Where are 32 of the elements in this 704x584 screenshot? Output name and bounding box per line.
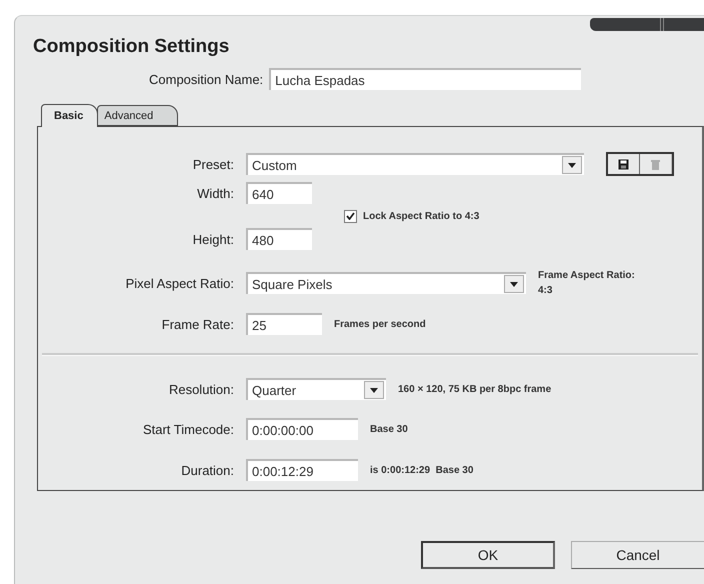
window-title: Composition Settings xyxy=(33,36,230,58)
field-label: Height: xyxy=(192,232,234,246)
tab[interactable]: Basic xyxy=(41,104,98,127)
resolution-dropdown[interactable]: Quarter xyxy=(246,378,386,400)
unit-text: Frames per second xyxy=(334,318,426,330)
duration-field[interactable]: 0:00:12:29 xyxy=(246,459,358,481)
window-controls[interactable] xyxy=(590,18,704,31)
trash-icon xyxy=(651,158,660,170)
dialog-button[interactable]: Cancel xyxy=(571,541,704,569)
frame-aspect-ratio-text: Frame Aspect Ratio: 4:3 xyxy=(538,269,636,298)
tab[interactable]: Advanced xyxy=(97,105,178,126)
field-label: Duration: xyxy=(181,462,234,478)
pixel-aspect-dropdown[interactable]: Square Pixels xyxy=(246,272,526,294)
preset-dropdown[interactable]: Custom xyxy=(246,153,584,175)
duration-note: is 0:00:12:29 Base 30 xyxy=(370,464,474,476)
field-label: Preset: xyxy=(192,156,234,172)
dialog-button[interactable]: OK xyxy=(421,541,555,569)
height-field[interactable]: 480 xyxy=(246,228,312,250)
field-label: Frame Rate: xyxy=(162,316,234,332)
start-timecode-field[interactable]: 0:00:00:00 xyxy=(246,418,358,440)
field-label: Width: xyxy=(197,186,234,200)
timecode-note: Base 30 xyxy=(370,424,408,434)
resolution-info: 160 × 120, 75 KB per 8bpc frame xyxy=(398,384,552,394)
checkbox-label: Lock Aspect Ratio to 4:3 xyxy=(363,210,480,222)
field-label: Composition Name: xyxy=(149,72,264,86)
width-field[interactable]: 640 xyxy=(246,182,312,204)
field-label: Start Timecode: xyxy=(142,422,234,436)
checkbox[interactable] xyxy=(344,210,357,222)
frame-rate-field[interactable]: 25 xyxy=(246,313,322,335)
composition-name-field[interactable]: Lucha Espadas xyxy=(269,68,582,90)
field-label: Pixel Aspect Ratio: xyxy=(126,276,234,290)
field-label: Resolution: xyxy=(168,382,234,396)
